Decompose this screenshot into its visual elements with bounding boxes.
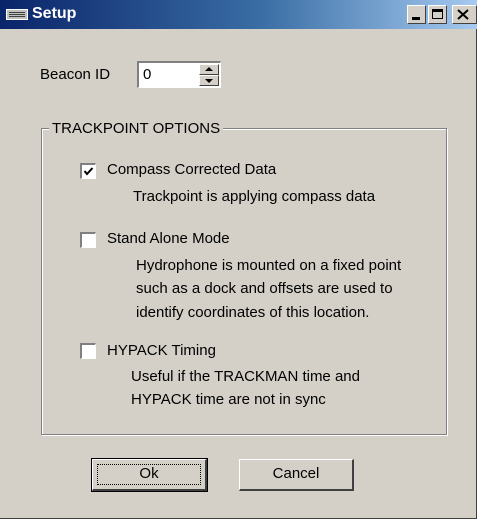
cancel-button[interactable]: Cancel <box>239 459 354 491</box>
compass-corrected-label[interactable]: Compass Corrected Data <box>107 161 276 179</box>
stand-alone-description-line: Hydrophone is mounted on a fixed point <box>136 257 402 274</box>
spin-up-icon[interactable] <box>199 64 219 75</box>
title-bar[interactable]: Setup <box>0 0 477 29</box>
minimize-icon[interactable] <box>407 5 426 24</box>
ok-button[interactable]: Ok <box>91 458 208 492</box>
setup-dialog: Setup Beacon ID 0 TRACKPOINT OPTIONS Com… <box>0 0 477 519</box>
checkmark-icon <box>83 167 94 176</box>
close-icon[interactable] <box>452 5 477 24</box>
maximize-icon[interactable] <box>428 5 447 24</box>
cancel-button-label: Cancel <box>272 465 320 482</box>
beacon-id-label: Beacon ID <box>40 66 111 83</box>
compass-corrected-checkbox[interactable] <box>80 163 96 179</box>
compass-corrected-description: Trackpoint is applying compass data <box>133 188 376 205</box>
group-legend: TRACKPOINT OPTIONS <box>49 120 224 137</box>
stand-alone-description-line: such as a dock and offsets are used to <box>136 280 393 297</box>
window-title: Setup <box>32 5 77 22</box>
spin-down-icon[interactable] <box>199 75 219 86</box>
beacon-id-spinner[interactable]: 0 <box>136 60 222 89</box>
keyboard-icon <box>6 9 28 20</box>
stand-alone-checkbox[interactable] <box>80 232 96 248</box>
stand-alone-label[interactable]: Stand Alone Mode <box>107 230 230 248</box>
hypack-timing-description-line: Useful if the TRACKMAN time and <box>131 368 360 385</box>
beacon-id-value[interactable]: 0 <box>143 66 151 83</box>
focus-rectangle <box>97 464 201 485</box>
hypack-timing-description-line: HYPACK time are not in sync <box>131 391 326 408</box>
stand-alone-description-line: identify coordinates of this location. <box>136 304 370 321</box>
hypack-timing-checkbox[interactable] <box>80 343 96 359</box>
hypack-timing-label[interactable]: HYPACK Timing <box>107 342 216 360</box>
